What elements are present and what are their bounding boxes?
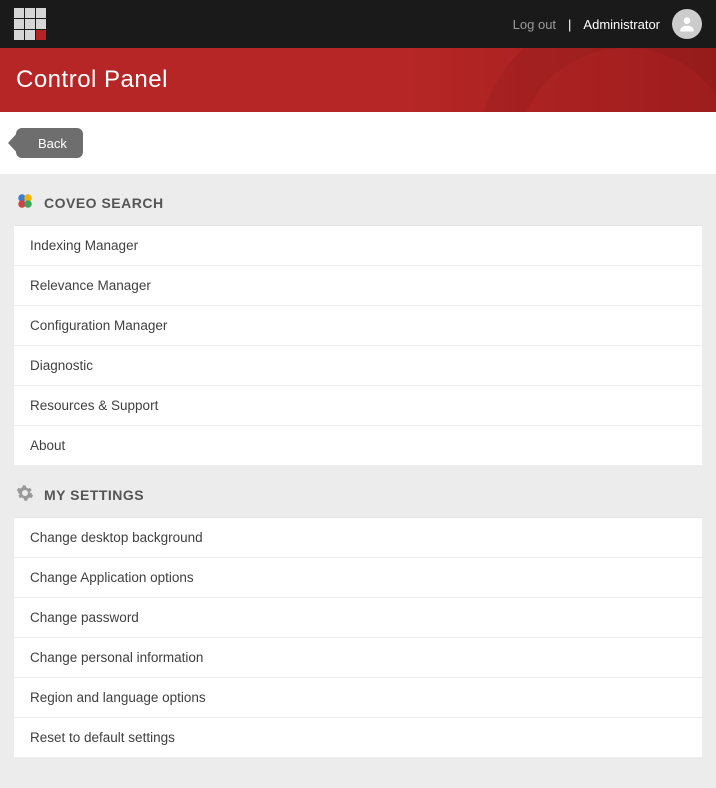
page-header: Control Panel — [0, 48, 716, 112]
divider: | — [568, 17, 571, 32]
current-user: Administrator — [583, 17, 660, 32]
list-item[interactable]: Change Application options — [14, 558, 702, 598]
list-item[interactable]: Indexing Manager — [14, 226, 702, 266]
page-title: Control Panel — [16, 66, 168, 94]
topbar-right: Log out | Administrator — [513, 9, 702, 39]
coveo-icon — [16, 192, 34, 213]
avatar-icon[interactable] — [672, 9, 702, 39]
back-bar: Back — [0, 112, 716, 174]
logout-link[interactable]: Log out — [513, 17, 556, 32]
settings-list: Change desktop background Change Applica… — [14, 517, 702, 758]
list-item[interactable]: Region and language options — [14, 678, 702, 718]
coveo-list: Indexing Manager Relevance Manager Confi… — [14, 225, 702, 466]
panel: COVEO SEARCH Indexing Manager Relevance … — [0, 174, 716, 788]
list-item[interactable]: Change personal information — [14, 638, 702, 678]
section-header-settings: MY SETTINGS — [14, 466, 702, 517]
list-item[interactable]: Resources & Support — [14, 386, 702, 426]
list-item[interactable]: Relevance Manager — [14, 266, 702, 306]
back-button[interactable]: Back — [16, 128, 83, 158]
section-title: MY SETTINGS — [44, 487, 144, 503]
list-item[interactable]: Reset to default settings — [14, 718, 702, 758]
list-item[interactable]: Configuration Manager — [14, 306, 702, 346]
topbar: Log out | Administrator — [0, 0, 716, 48]
section-title: COVEO SEARCH — [44, 195, 164, 211]
list-item[interactable]: Diagnostic — [14, 346, 702, 386]
list-item[interactable]: Change password — [14, 598, 702, 638]
app-logo[interactable] — [14, 8, 46, 40]
list-item[interactable]: About — [14, 426, 702, 466]
gear-icon — [16, 484, 34, 505]
list-item[interactable]: Change desktop background — [14, 518, 702, 558]
section-header-coveo: COVEO SEARCH — [14, 174, 702, 225]
